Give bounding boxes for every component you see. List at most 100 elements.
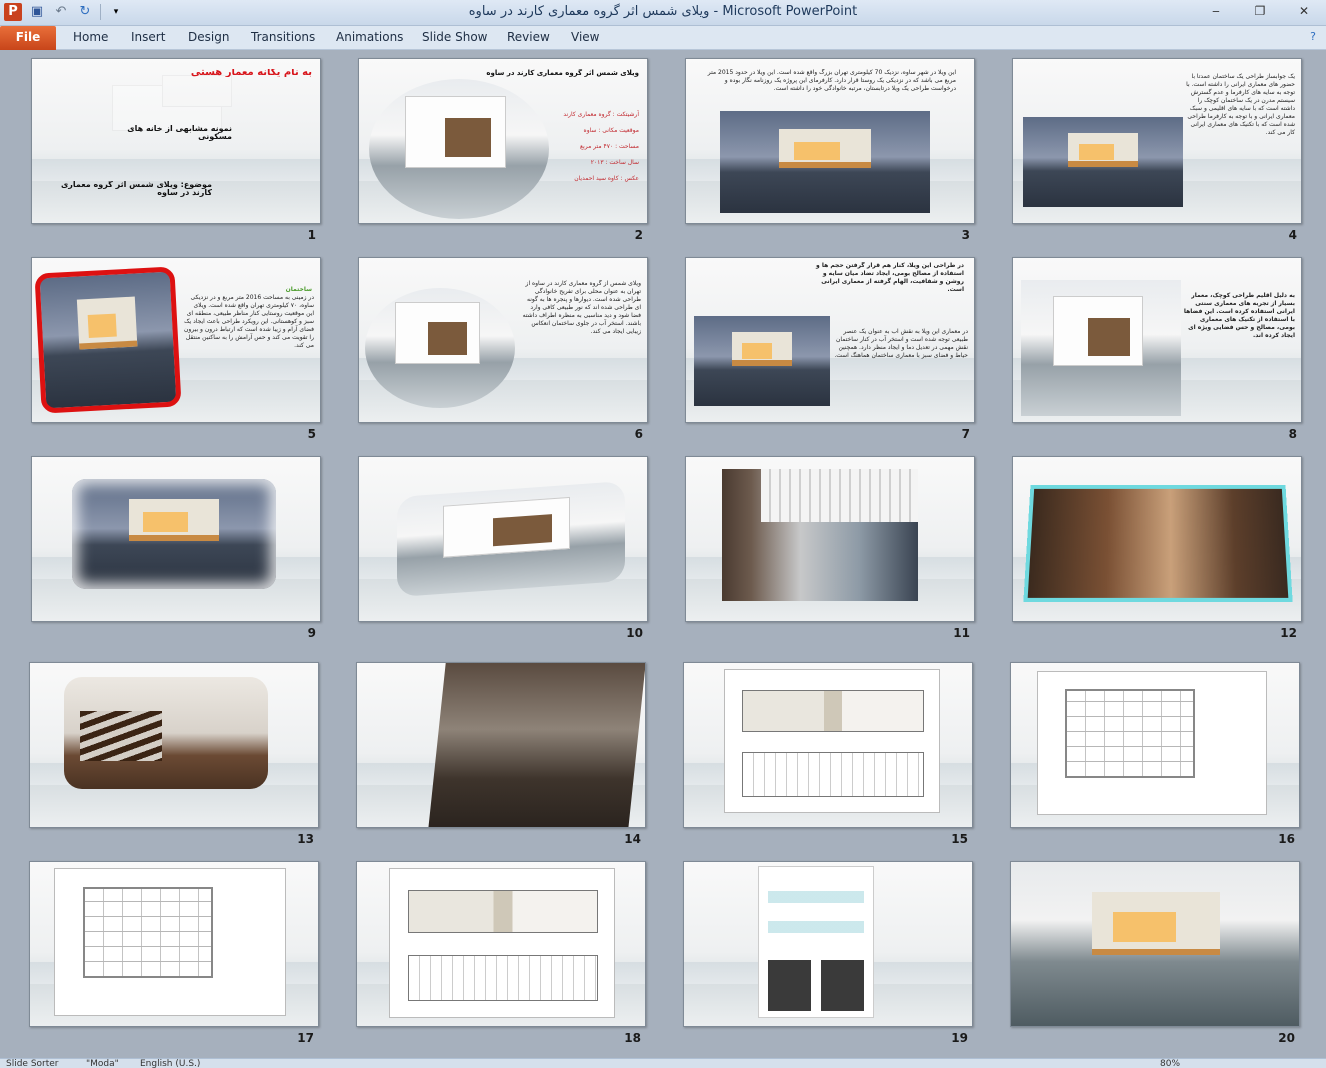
slide-body-text: این ویلا در شهر ساوه، نزدیک 70 کیلومتری …: [707, 69, 956, 92]
slide-thumbnail-8[interactable]: به دلیل اقلیم طراحی کوچک، معمار بسیار از…: [1012, 257, 1302, 423]
house-photo: [1021, 280, 1181, 416]
status-zoom[interactable]: 80%: [1160, 1059, 1180, 1068]
slide-topic: موضوع: ویلای شمس اثر گروه معماری کارند د…: [60, 181, 212, 197]
status-language[interactable]: English (U.S.): [140, 1059, 200, 1068]
status-bar: Slide Sorter "Moda" English (U.S.) 80%: [0, 1058, 1326, 1068]
restore-button[interactable]: ❐: [1238, 0, 1282, 22]
house-photo-framed: [34, 266, 182, 414]
slide-body-text: یک جوابساز طراحی یک ساختمان عمدتاً با حض…: [1186, 73, 1295, 136]
tab-slide-show[interactable]: Slide Show: [422, 26, 487, 50]
slide-heading: به نام یگانه معمار هستی: [190, 69, 312, 77]
house-night-photo: [720, 111, 930, 213]
slide-number: 20: [1278, 1031, 1295, 1045]
highlight-word: ساختمان: [285, 286, 312, 293]
floor-plan-drawing: [1037, 671, 1267, 815]
slide-thumbnail-3[interactable]: این ویلا در شهر ساوه، نزدیک 70 کیلومتری …: [685, 58, 975, 224]
slide-number: 10: [626, 626, 643, 640]
slide-body-text: در زمینی به مساحت 2016 متر مربع و در نزد…: [184, 294, 314, 349]
slide-thumbnail-12[interactable]: [1012, 456, 1302, 622]
house-full-photo: [1011, 862, 1299, 1026]
tab-view[interactable]: View: [571, 26, 599, 50]
concept-diagram: [758, 866, 874, 1018]
slide-thumbnail-18[interactable]: [356, 861, 646, 1027]
slide-thumbnail-4[interactable]: یک جوابساز طراحی یک ساختمان عمدتاً با حض…: [1012, 58, 1302, 224]
slide-number: 5: [307, 427, 316, 441]
help-icon[interactable]: ?: [1306, 30, 1320, 44]
slide-number: 6: [634, 427, 643, 441]
slide-thumbnail-16[interactable]: [1010, 662, 1300, 828]
slide-thumbnail-11[interactable]: [685, 456, 975, 622]
slide-thumbnail-5[interactable]: ساختمان در زمینی به مساحت 2016 متر مربع …: [31, 257, 321, 423]
tab-animations[interactable]: Animations: [336, 26, 403, 50]
detail-line: آرشیتکت : گروه معماری کارند: [563, 111, 639, 118]
slide-number: 19: [951, 1031, 968, 1045]
section-drawing: [389, 868, 615, 1018]
tab-transitions[interactable]: Transitions: [251, 26, 315, 50]
house-photo-oval: [365, 288, 515, 408]
slide-number: 18: [624, 1031, 641, 1045]
close-button[interactable]: ✕: [1282, 0, 1326, 22]
slide-number: 11: [953, 626, 970, 640]
window-controls: ‒ ❐ ✕: [1194, 0, 1326, 22]
ribbon-tabs: File Home Insert Design Transitions Anim…: [0, 26, 1326, 50]
slide-number: 4: [1288, 228, 1297, 242]
status-view: Slide Sorter: [6, 1059, 59, 1068]
slide-number: 14: [624, 832, 641, 846]
slide-number: 8: [1288, 427, 1297, 441]
house-photo-soft-edge: [72, 479, 276, 589]
slide-thumbnail-14[interactable]: [356, 662, 646, 828]
slide-number: 16: [1278, 832, 1295, 846]
interior-wood-photo: [1023, 485, 1293, 603]
slide-thumbnail-6[interactable]: ویلای شمس از گروه معماری کارند در ساوه ا…: [358, 257, 648, 423]
detail-line: عکس : کاوه سید احمدیان: [574, 175, 639, 182]
tab-home[interactable]: Home: [73, 26, 108, 50]
slide-number: 3: [961, 228, 970, 242]
slide-body-text: در معماری این ویلا به نقش آب به عنوان یک…: [834, 328, 968, 359]
slide-thumbnail-19[interactable]: [683, 861, 973, 1027]
slide-thumbnail-17[interactable]: [29, 861, 319, 1027]
slide-number: 7: [961, 427, 970, 441]
slide-thumbnail-1[interactable]: به نام یگانه معمار هستی نمونه مشابهی از …: [31, 58, 321, 224]
slide-thumbnail-13[interactable]: [29, 662, 319, 828]
slide-number: 2: [634, 228, 643, 242]
house-photo: [1023, 117, 1183, 207]
tab-insert[interactable]: Insert: [131, 26, 165, 50]
slide-title: ویلای شمس اثر گروه معماری کارند در ساوه: [486, 69, 639, 77]
slide-body-text: به دلیل اقلیم طراحی کوچک، معمار بسیار از…: [1183, 292, 1295, 339]
slide-number: 17: [297, 1031, 314, 1045]
interior-photo: [428, 663, 645, 827]
background-water: [32, 159, 320, 181]
slide-subtitle: نمونه مشابهی از خانه های مسکونی: [127, 125, 232, 141]
house-photo-rounded: [397, 481, 625, 597]
slide-thumbnail-2[interactable]: ویلای شمس اثر گروه معماری کارند در ساوه …: [358, 58, 648, 224]
slide-thumbnail-10[interactable]: [358, 456, 648, 622]
interior-stair-photo: [64, 677, 268, 789]
slide-thumbnail-7[interactable]: در طراحی این ویلا، کنار هم قرار گرفتن حج…: [685, 257, 975, 423]
detail-line: موقعیت مکانی : ساوه: [583, 127, 639, 134]
window-title: ویلای شمس اثر گروه معماری کارند در ساوه …: [468, 4, 858, 19]
detail-line: مساحت : ۴۷۰ متر مربع: [579, 143, 639, 150]
house-photo: [694, 316, 830, 406]
slide-number: 1: [307, 228, 316, 242]
floor-plan-drawing: [54, 868, 286, 1016]
terrace-photo: [722, 469, 918, 601]
slide-body-text: در طراحی این ویلا، کنار هم قرار گرفتن حج…: [816, 262, 964, 293]
title-bar: P ▣ ↶ ↻ ▾ ویلای شمس اثر گروه معماری کارن…: [0, 0, 1326, 26]
detail-line: سال ساخت : ۲۰۱۳: [590, 159, 639, 166]
slide-thumbnail-15[interactable]: [683, 662, 973, 828]
house-photo-oval: [369, 79, 549, 219]
tab-review[interactable]: Review: [507, 26, 550, 50]
status-theme: "Moda": [86, 1059, 119, 1068]
slide-number: 13: [297, 832, 314, 846]
slide-number: 12: [1280, 626, 1297, 640]
tab-file[interactable]: File: [0, 26, 56, 50]
tab-design[interactable]: Design: [188, 26, 229, 50]
slide-sorter: به نام یگانه معمار هستی نمونه مشابهی از …: [0, 50, 1326, 1058]
slide-number: 9: [307, 626, 316, 640]
slide-thumbnail-9[interactable]: [31, 456, 321, 622]
elevation-drawing: [724, 669, 940, 813]
slide-thumbnail-20[interactable]: [1010, 861, 1300, 1027]
slide-number: 15: [951, 832, 968, 846]
slide-body-text: ویلای شمس از گروه معماری کارند در ساوه ا…: [522, 280, 641, 335]
minimize-button[interactable]: ‒: [1194, 0, 1238, 22]
